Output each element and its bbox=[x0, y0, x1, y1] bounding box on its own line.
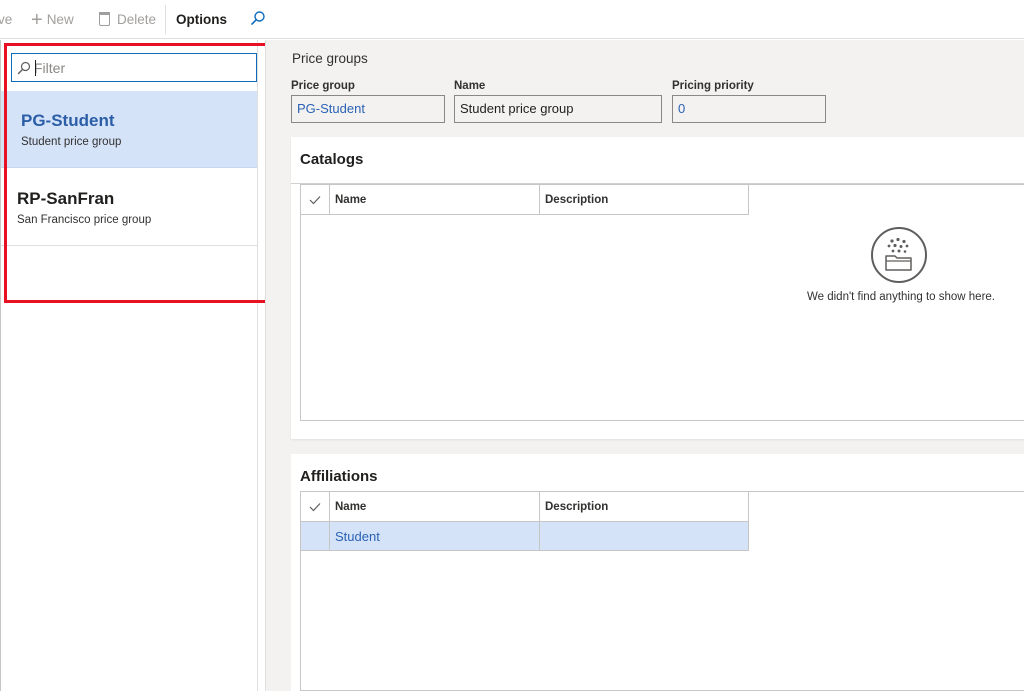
column-header-label: Description bbox=[545, 194, 609, 206]
list-item-title: RP-SanFran bbox=[17, 189, 115, 208]
select-all-column[interactable] bbox=[301, 185, 330, 215]
catalogs-grid: Name Description We didn't find anything… bbox=[300, 184, 1024, 421]
column-header-label: Description bbox=[545, 501, 609, 513]
checkmark-icon bbox=[309, 196, 321, 205]
pricing-priority-field[interactable]: 0 bbox=[672, 95, 826, 123]
cell-name[interactable]: Student bbox=[330, 522, 540, 550]
price-group-field[interactable]: PG-Student bbox=[291, 95, 445, 123]
price-group-label: Price group bbox=[291, 80, 355, 92]
filter-field[interactable] bbox=[11, 53, 257, 82]
row-selector[interactable] bbox=[301, 522, 330, 550]
affiliations-section: Affiliations Name Description Student bbox=[291, 454, 1024, 691]
toolbar-divider bbox=[165, 5, 166, 34]
filter-search-icon bbox=[17, 61, 31, 75]
empty-folder-icon bbox=[871, 227, 927, 283]
affiliations-grid: Name Description Student bbox=[300, 491, 1024, 691]
affiliations-section-title[interactable]: Affiliations bbox=[300, 468, 378, 485]
filter-input[interactable] bbox=[34, 59, 249, 77]
delete-button[interactable]: Delete bbox=[99, 11, 156, 29]
cell-name-value[interactable]: Student bbox=[335, 529, 380, 544]
name-field[interactable]: Student price group bbox=[454, 95, 662, 123]
options-label: Options bbox=[176, 12, 227, 27]
text-cursor bbox=[35, 60, 36, 76]
catalogs-section: Catalogs Name Description We didn't find… bbox=[291, 137, 1024, 439]
checkmark-icon bbox=[309, 503, 321, 512]
table-row[interactable]: Student bbox=[301, 522, 749, 551]
save-button[interactable]: ve bbox=[0, 11, 12, 29]
column-header-name[interactable]: Name bbox=[330, 492, 540, 522]
new-label: New bbox=[46, 12, 74, 27]
trash-icon bbox=[99, 12, 110, 26]
action-pane: ve + New Delete Options bbox=[0, 0, 1024, 39]
details-pane: Price groups Price group PG-Student Name… bbox=[266, 40, 1024, 691]
options-tab[interactable]: Options bbox=[176, 11, 227, 29]
page-caption: Price groups bbox=[292, 51, 368, 66]
list-item-pg-student[interactable]: PG-Student Student price group bbox=[1, 91, 257, 168]
new-button[interactable]: + New bbox=[31, 9, 74, 31]
cell-description[interactable] bbox=[540, 522, 749, 550]
plus-icon: + bbox=[31, 9, 43, 31]
catalogs-section-title[interactable]: Catalogs bbox=[300, 151, 363, 168]
price-group-list-pane: PG-Student Student price group RP-SanFra… bbox=[0, 40, 258, 691]
pricing-priority-label: Pricing priority bbox=[672, 80, 754, 92]
column-header-description[interactable]: Description bbox=[540, 185, 749, 215]
select-all-column[interactable] bbox=[301, 492, 330, 522]
save-label: ve bbox=[0, 12, 13, 27]
column-header-label: Name bbox=[335, 501, 367, 513]
column-header-description[interactable]: Description bbox=[540, 492, 749, 522]
list-item-subtitle: San Francisco price group bbox=[17, 214, 152, 226]
name-label: Name bbox=[454, 80, 486, 92]
search-icon[interactable] bbox=[250, 10, 266, 26]
delete-label: Delete bbox=[117, 12, 157, 27]
list-item-title: PG-Student bbox=[21, 111, 115, 130]
column-header-label: Name bbox=[335, 194, 367, 206]
list-item-subtitle: Student price group bbox=[21, 136, 122, 148]
list-item-rp-sanfran[interactable]: RP-SanFran San Francisco price group bbox=[1, 169, 257, 246]
column-header-name[interactable]: Name bbox=[330, 185, 540, 215]
empty-state-message: We didn't find anything to show here. bbox=[806, 291, 995, 303]
